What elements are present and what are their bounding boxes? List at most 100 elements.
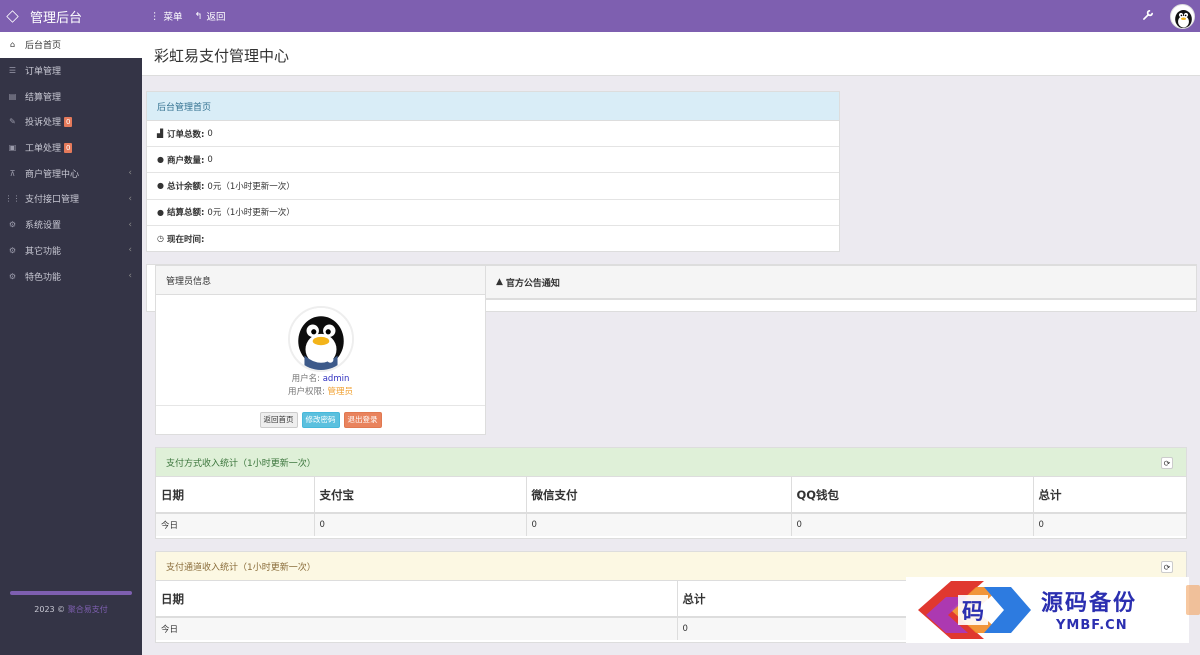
username-label: 用户名: xyxy=(291,374,321,384)
return-home-button[interactable]: 返回首页 xyxy=(259,412,298,428)
stat-row-current-time: ◷ 现在时间: xyxy=(147,226,839,252)
admin-info-panel: 管理员信息 用户名: admin 用户权限: 管理员 返回首页 修改密码 退出登… xyxy=(155,265,486,435)
sidebar-item-home[interactable]: ⌂ 后台首页 xyxy=(0,32,142,58)
notice-title: 官方公告通知 xyxy=(505,278,560,289)
sidebar-item-label: 商户管理中心 xyxy=(25,169,80,180)
chevron-left-icon: ‹ xyxy=(128,245,132,256)
sidebar-item-label: 投诉处理 xyxy=(25,118,62,129)
watermark-logo-char: 码 xyxy=(962,599,984,625)
top-nav: ⋮ 菜单 ↰ 返回 xyxy=(150,0,226,32)
clock-icon: ◷ xyxy=(157,234,164,244)
column-header: 微信支付 xyxy=(526,477,792,514)
notice-panel: ▲ 官方公告通知 xyxy=(486,265,1197,300)
sidebar-item-merchants[interactable]: ⊼ 商户管理中心 ‹ xyxy=(0,160,142,186)
logout-button[interactable]: 退出登录 xyxy=(343,412,382,428)
admin-panel-body: 用户名: admin 用户权限: 管理员 返回首页 修改密码 退出登录 xyxy=(156,306,485,428)
sidebar-item-label: 结算管理 xyxy=(25,92,62,103)
edit-icon: ✎ xyxy=(9,117,16,127)
table-cell: 0 xyxy=(526,513,792,536)
brand[interactable]: 管理后台 xyxy=(0,0,142,32)
sidebar-item-other-functions[interactable]: ⚙ 其它功能 ‹ xyxy=(0,238,142,264)
payment-stats-panel: 支付方式收入统计（1小时更新一次） ⟳ 日期 支付宝 微信支付 QQ钱包 总计 … xyxy=(155,447,1187,539)
watermark-emblem: 码 xyxy=(918,581,1031,639)
copyright-text: 2023 © xyxy=(34,605,66,614)
watermark-logo: 码 源码备份 YMBF.CN xyxy=(906,577,1189,643)
stat-row-total-balance: ● 总计余额: 0元（1小时更新一次） xyxy=(147,173,839,200)
sidebar-item-payment-interfaces[interactable]: ⋮⋮ 支付接口管理 ‹ xyxy=(0,186,142,212)
drop-icon: ● xyxy=(157,207,164,217)
menu-label: 菜单 xyxy=(163,12,183,23)
table-cell: 今日 xyxy=(156,513,315,536)
book-icon: ▤ xyxy=(8,91,17,101)
cart-icon: ⊼ xyxy=(9,168,16,178)
chevron-left-icon: ‹ xyxy=(128,271,132,282)
stat-row-merchant-count: ● 商户数量: 0 xyxy=(147,147,839,174)
column-header: QQ钱包 xyxy=(791,477,1034,514)
gear-icon: ⚙ xyxy=(8,220,17,230)
stat-value: 0元（1小时更新一次） xyxy=(207,208,295,219)
sidebar-item-label: 后台首页 xyxy=(25,41,62,52)
stat-label: 总计余额: xyxy=(167,181,205,192)
table-cell: 0 xyxy=(1033,513,1186,536)
change-password-button[interactable]: 修改密码 xyxy=(301,412,340,428)
refresh-icon[interactable]: ⟳ xyxy=(1161,457,1173,469)
payment-stats-table: 日期 支付宝 微信支付 QQ钱包 总计 今日 0 0 0 0 xyxy=(156,477,1186,536)
sidebar-item-complaints[interactable]: ✎ 投诉处理 0 xyxy=(0,109,142,135)
stat-value: 0 xyxy=(207,128,213,139)
watermark-text: 源码备份 xyxy=(1041,590,1138,616)
reply-arrow-icon: ↰ xyxy=(194,10,203,22)
table-cell: 0 xyxy=(791,513,1034,536)
table-cell: 今日 xyxy=(156,617,678,640)
column-header: 日期 xyxy=(156,477,315,514)
brand-title: 管理后台 xyxy=(30,10,83,26)
user-avatar[interactable] xyxy=(1170,4,1195,29)
stat-label: 结算总额: xyxy=(167,208,205,219)
sidebar-item-special-features[interactable]: ⚙ 特色功能 ‹ xyxy=(0,263,142,289)
username-line: 用户名: admin xyxy=(156,373,485,386)
role-line: 用户权限: 管理员 xyxy=(156,386,485,399)
sidebar-item-label: 工单处理 xyxy=(25,144,62,155)
username-value: admin xyxy=(322,374,350,384)
sidebar-item-system-settings[interactable]: ⚙ 系统设置 ‹ xyxy=(0,212,142,238)
payment-stats-heading: 支付方式收入统计（1小时更新一次） ⟳ xyxy=(156,448,1186,477)
back-button[interactable]: ↰ 返回 xyxy=(194,9,226,24)
column-header: 日期 xyxy=(156,581,678,618)
ticket-icon: ▣ xyxy=(8,143,17,153)
menu-toggle-button[interactable]: ⋮ 菜单 xyxy=(150,9,183,24)
stat-label: 订单总数: xyxy=(167,129,205,140)
table-cell: 0 xyxy=(314,513,527,536)
page-title: 彩虹易支付管理中心 xyxy=(154,47,290,65)
drop-icon: ● xyxy=(157,155,164,165)
sidebar-item-settlement[interactable]: ▤ 结算管理 xyxy=(0,83,142,109)
drop-icon: ● xyxy=(157,181,164,191)
home-icon: ⌂ xyxy=(9,40,16,50)
warning-icon: ▲ xyxy=(496,277,503,287)
wrench-icon[interactable] xyxy=(1143,9,1154,23)
sidebar-item-tickets[interactable]: ▣ 工单处理 0 xyxy=(0,135,142,161)
stat-label: 现在时间: xyxy=(167,234,205,245)
chevron-left-icon: ‹ xyxy=(128,168,132,179)
sidebar-item-label: 订单管理 xyxy=(25,67,62,78)
stat-value: 0 xyxy=(207,154,213,165)
sidebar: ⌂ 后台首页 ☰ 订单管理 ▤ 结算管理 ✎ 投诉处理 0 ▣ 工单处理 0 ⊼… xyxy=(0,32,142,655)
admin-panel-heading: 管理员信息 xyxy=(156,266,485,295)
tickets-count-badge: 0 xyxy=(64,142,73,153)
table-header-row: 日期 支付宝 微信支付 QQ钱包 总计 xyxy=(156,477,1186,514)
cube-icon xyxy=(6,9,19,23)
refresh-icon[interactable]: ⟳ xyxy=(1161,561,1173,573)
chevron-left-icon: ‹ xyxy=(128,193,132,204)
notice-panel-heading: ▲ 官方公告通知 xyxy=(486,266,1196,299)
sidebar-item-orders[interactable]: ☰ 订单管理 xyxy=(0,58,142,84)
admin-actions: 返回首页 修改密码 退出登录 xyxy=(156,405,485,428)
column-header: 总计 xyxy=(1033,477,1186,514)
footer-link[interactable]: 聚合易支付 xyxy=(68,605,108,614)
list-icon: ☰ xyxy=(8,66,17,76)
bar-chart-icon: ▟ xyxy=(157,129,164,139)
admin-avatar xyxy=(287,306,354,372)
page-header: 彩虹易支付管理中心 xyxy=(142,32,1200,76)
sidebar-item-label: 系统设置 xyxy=(25,221,62,232)
watermark-edge xyxy=(1186,585,1200,615)
stat-row-order-count: ▟ 订单总数: 0 xyxy=(147,121,839,148)
vertical-ellipsis-icon: ⋮ xyxy=(150,10,160,22)
payment-stats-title: 支付方式收入统计（1小时更新一次） xyxy=(166,458,316,469)
